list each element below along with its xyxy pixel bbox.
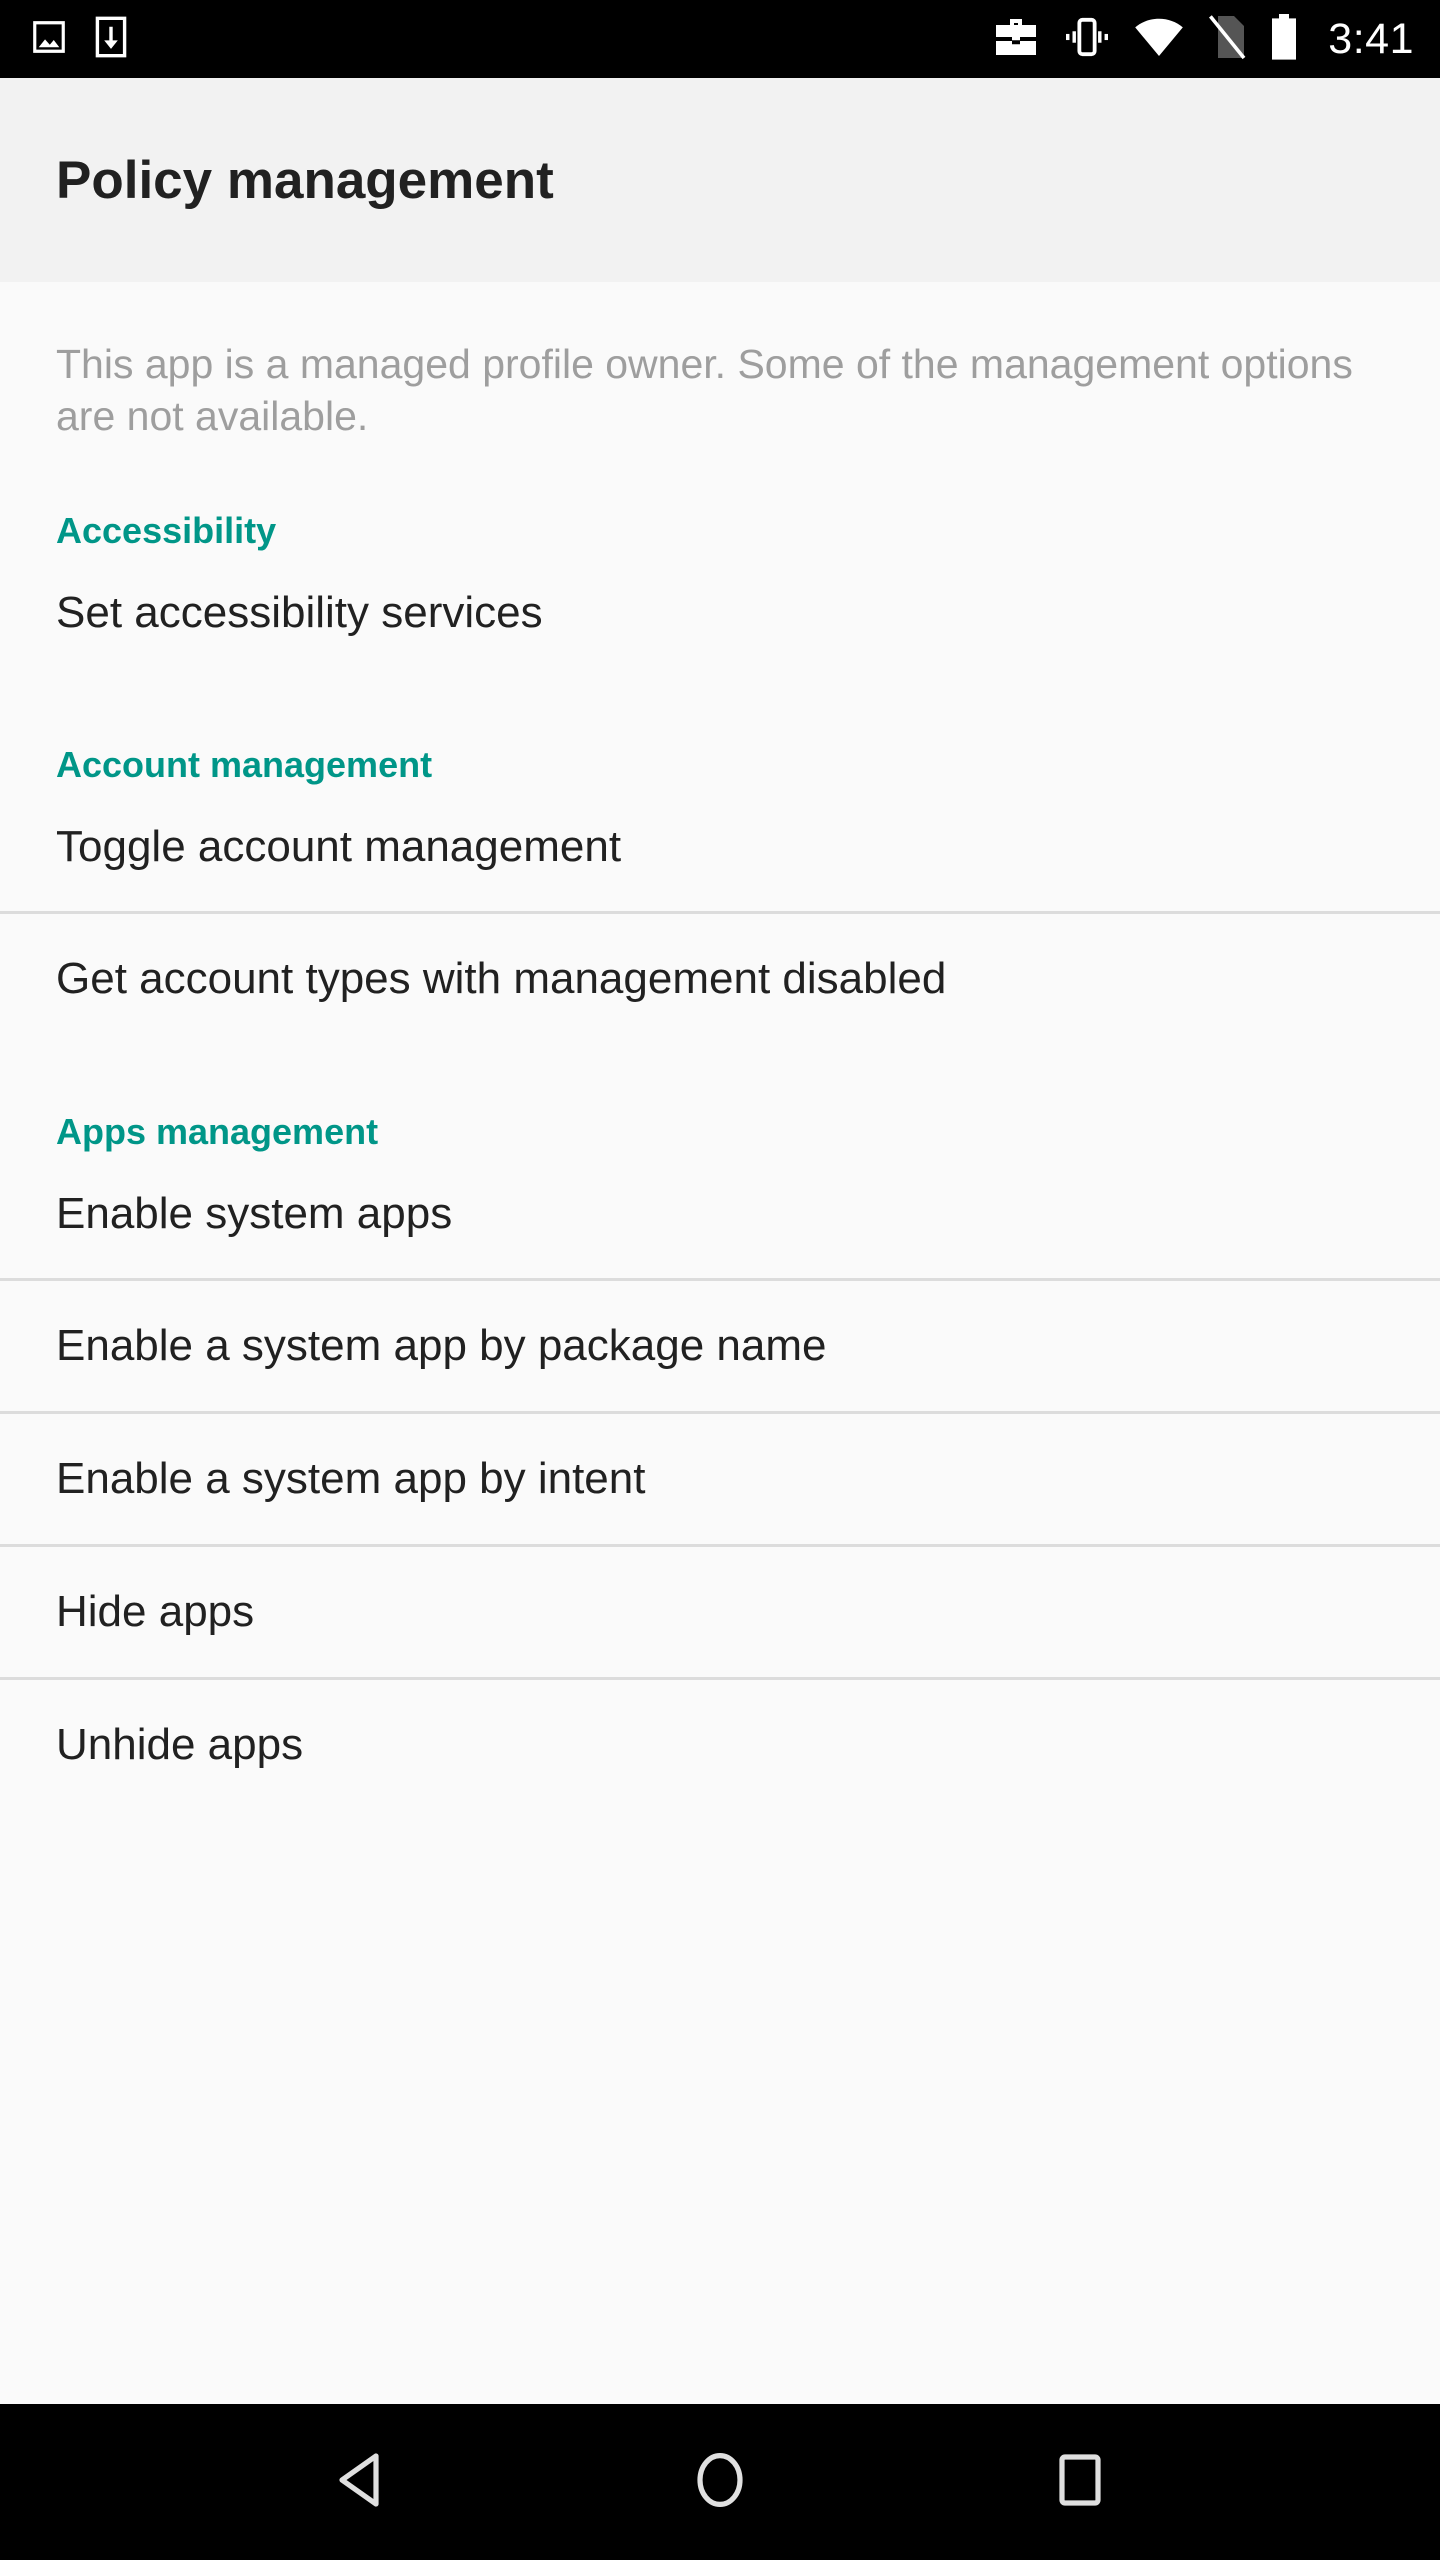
- list-item-enable-a-system-app-by-intent[interactable]: Enable a system app by intent: [0, 1414, 1440, 1544]
- image-screenshot-icon: [30, 18, 68, 61]
- status-bar: 3:41: [0, 0, 1440, 78]
- status-bar-clock: 3:41: [1328, 14, 1414, 63]
- list-item-label: Enable system apps: [56, 1188, 453, 1238]
- status-bar-notification-icons: [30, 16, 128, 63]
- section-header-apps-management: Apps management: [56, 1110, 379, 1152]
- list-item-hide-apps[interactable]: Hide apps: [0, 1547, 1440, 1677]
- nav-back-button[interactable]: [285, 2404, 435, 2560]
- list-item-get-account-types-with-management-disabled[interactable]: Get account types with management disabl…: [0, 914, 1440, 1044]
- list-item-unhide-apps[interactable]: Unhide apps: [0, 1680, 1440, 1810]
- android-screen: 3:41 Policy management This app is a man…: [0, 0, 1440, 2560]
- list-item-label: Set accessibility services: [56, 587, 543, 637]
- download-icon: [94, 16, 128, 63]
- vibrate-icon: [1064, 16, 1110, 63]
- work-profile-briefcase-icon: [992, 15, 1040, 64]
- list-item-label: Toggle account management: [56, 821, 622, 871]
- navigation-bar: [0, 2404, 1440, 2560]
- list-item-toggle-account-management[interactable]: Toggle account management: [0, 783, 1440, 911]
- list-item-enable-system-apps[interactable]: Enable system apps: [0, 1150, 1440, 1278]
- status-bar-system-icons: 3:41: [992, 13, 1414, 65]
- wifi-icon: [1134, 17, 1184, 62]
- list-item-label: Unhide apps: [56, 1719, 304, 1769]
- list-item-label: Enable a system app by package name: [56, 1320, 827, 1370]
- managed-profile-notice: This app is a managed profile owner. Som…: [56, 341, 1353, 440]
- app-toolbar: Policy management: [0, 78, 1440, 282]
- policy-list-scroll-container[interactable]: This app is a managed profile owner. Som…: [0, 282, 1440, 2404]
- home-circle-icon: [694, 2451, 746, 2514]
- list-item-label: Hide apps: [56, 1586, 255, 1636]
- page-title: Policy management: [56, 150, 554, 210]
- list-item-label: Enable a system app by intent: [56, 1453, 646, 1503]
- section-header-accessibility: Accessibility: [56, 509, 277, 551]
- list-item-set-accessibility-services[interactable]: Set accessibility services: [0, 549, 1440, 677]
- nav-home-button[interactable]: [645, 2404, 795, 2560]
- back-triangle-icon: [334, 2452, 386, 2513]
- nav-recents-button[interactable]: [1005, 2404, 1155, 2560]
- no-sim-icon: [1208, 14, 1246, 65]
- recents-square-icon: [1058, 2453, 1102, 2512]
- list-item-enable-a-system-app-by-package-name[interactable]: Enable a system app by package name: [0, 1281, 1440, 1411]
- battery-icon: [1270, 13, 1298, 65]
- section-header-account-management: Account management: [56, 743, 433, 785]
- list-item-label: Get account types with management disabl…: [56, 953, 947, 1003]
